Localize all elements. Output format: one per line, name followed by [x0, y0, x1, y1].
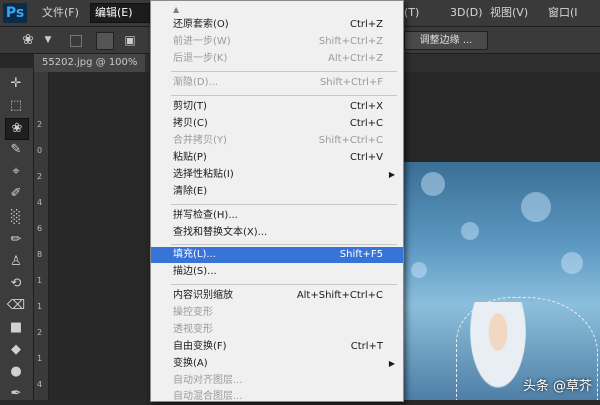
ruler-label: 2	[37, 172, 43, 181]
menu-view[interactable]: 视图(V)	[486, 4, 532, 22]
menu-3d[interactable]: 3D(D)	[446, 4, 487, 22]
submenu-arrow-icon: ▶	[388, 170, 395, 179]
dodge-tool-icon[interactable]: ●	[5, 362, 27, 382]
marquee-tool-icon[interactable]: ⬚	[5, 96, 27, 116]
menu-item-fade[interactable]: 渐隐(D)... Shift+Ctrl+F	[151, 75, 403, 91]
ruler-label: 8	[37, 250, 43, 259]
blur-tool-icon[interactable]: ◆	[5, 340, 27, 360]
menu-separator	[171, 284, 397, 285]
pen-tool-icon[interactable]: ✒	[5, 384, 27, 404]
ruler-label: 4	[37, 380, 43, 389]
subtract-selection-icon[interactable]: ▣	[122, 32, 138, 48]
ruler-label: 4	[37, 198, 43, 207]
menu-edit[interactable]: 编辑(E)	[90, 3, 156, 23]
scroll-up-icon[interactable]: ▲	[173, 5, 179, 14]
menu-item-puppet-warp[interactable]: 操控变形	[151, 305, 403, 321]
menu-item-paste[interactable]: 粘贴(P) Ctrl+V	[151, 150, 403, 166]
ruler-label: 2	[37, 120, 43, 129]
document-image[interactable]: 头条 @草芥	[401, 162, 600, 400]
eyedropper-tool-icon[interactable]: ✐	[5, 184, 27, 204]
menu-item-auto-blend-layers[interactable]: 自动混合图层...	[151, 389, 403, 405]
eraser-tool-icon[interactable]: ⌫	[5, 296, 27, 316]
clone-stamp-tool-icon[interactable]: ♙	[5, 252, 27, 272]
menu-item-content-aware-scale[interactable]: 内容识别缩放 Alt+Shift+Ctrl+C	[151, 288, 403, 304]
move-tool-icon[interactable]: ✛	[5, 74, 27, 94]
crop-tool-icon[interactable]: ⌖	[5, 162, 27, 182]
healing-brush-tool-icon[interactable]: ░	[5, 208, 27, 228]
menu-item-free-transform[interactable]: 自由变换(F) Ctrl+T	[151, 339, 403, 355]
quick-select-tool-icon[interactable]: ✎	[5, 140, 27, 160]
menu-item-step-backward[interactable]: 后退一步(K) Alt+Ctrl+Z	[151, 51, 403, 67]
menu-item-undo-lasso[interactable]: 还原套索(O) Ctrl+Z	[151, 17, 403, 33]
new-selection-icon[interactable]	[70, 35, 82, 47]
document-tab[interactable]: 55202.jpg @ 100%	[34, 54, 146, 72]
edit-menu-dropdown: ▲ 还原套索(O) Ctrl+Z 前进一步(W) Shift+Ctrl+Z 后退…	[150, 0, 404, 402]
brush-tool-icon[interactable]: ✏	[5, 230, 27, 250]
ruler-label: 1	[37, 302, 43, 311]
refine-edge-button[interactable]: 调整边缘 ...	[404, 31, 488, 50]
menu-item-copy-merged[interactable]: 合并拷贝(Y) Shift+Ctrl+C	[151, 133, 403, 149]
tools-panel: ✛ ⬚ ❀ ✎ ⌖ ✐ ░ ✏ ♙ ⟲ ⌫ ■ ◆ ● ✒	[0, 68, 34, 401]
add-selection-icon[interactable]	[96, 32, 114, 50]
menu-separator	[171, 204, 397, 205]
menu-item-auto-align-layers[interactable]: 自动对齐图层...	[151, 373, 403, 389]
ruler-label: 1	[37, 276, 43, 285]
menu-item-paste-special[interactable]: 选择性粘贴(I) ▶	[151, 167, 403, 183]
menu-separator	[171, 71, 397, 72]
menu-item-step-forward[interactable]: 前进一步(W) Shift+Ctrl+Z	[151, 34, 403, 50]
menu-separator	[171, 244, 397, 245]
gradient-tool-icon[interactable]: ■	[5, 318, 27, 338]
menu-item-stroke[interactable]: 描边(S)...	[151, 264, 403, 280]
menu-window[interactable]: 窗口(I	[544, 4, 582, 22]
menu-item-fill[interactable]: 填充(L)... Shift+F5	[151, 247, 403, 263]
ruler-label: 2	[37, 328, 43, 337]
vertical-ruler: 2 0 2 4 6 8 1 1 2 1 4	[34, 72, 49, 400]
menu-item-find-replace-text[interactable]: 查找和替换文本(X)...	[151, 225, 403, 241]
lasso-tool-icon[interactable]: ❀	[5, 118, 29, 140]
menu-item-cut[interactable]: 剪切(T) Ctrl+X	[151, 99, 403, 115]
submenu-arrow-icon: ▶	[388, 359, 395, 368]
ruler-label: 1	[37, 354, 43, 363]
watermark: 头条 @草芥	[522, 379, 592, 394]
menu-item-check-spelling[interactable]: 拼写检查(H)...	[151, 208, 403, 224]
menu-item-clear[interactable]: 清除(E)	[151, 184, 403, 200]
menu-item-copy[interactable]: 拷贝(C) Ctrl+C	[151, 116, 403, 132]
menu-separator	[171, 95, 397, 96]
photoshop-logo: Ps	[3, 3, 27, 23]
menu-item-perspective-warp[interactable]: 透视变形	[151, 322, 403, 338]
ruler-label: 6	[37, 224, 43, 233]
lasso-icon[interactable]: ❀	[20, 32, 36, 48]
menu-item-transform[interactable]: 变换(A) ▶	[151, 356, 403, 372]
history-brush-tool-icon[interactable]: ⟲	[5, 274, 27, 294]
ruler-label: 0	[37, 146, 43, 155]
chevron-down-icon[interactable]: ▼	[40, 32, 56, 48]
menu-file[interactable]: 文件(F)	[38, 4, 83, 22]
